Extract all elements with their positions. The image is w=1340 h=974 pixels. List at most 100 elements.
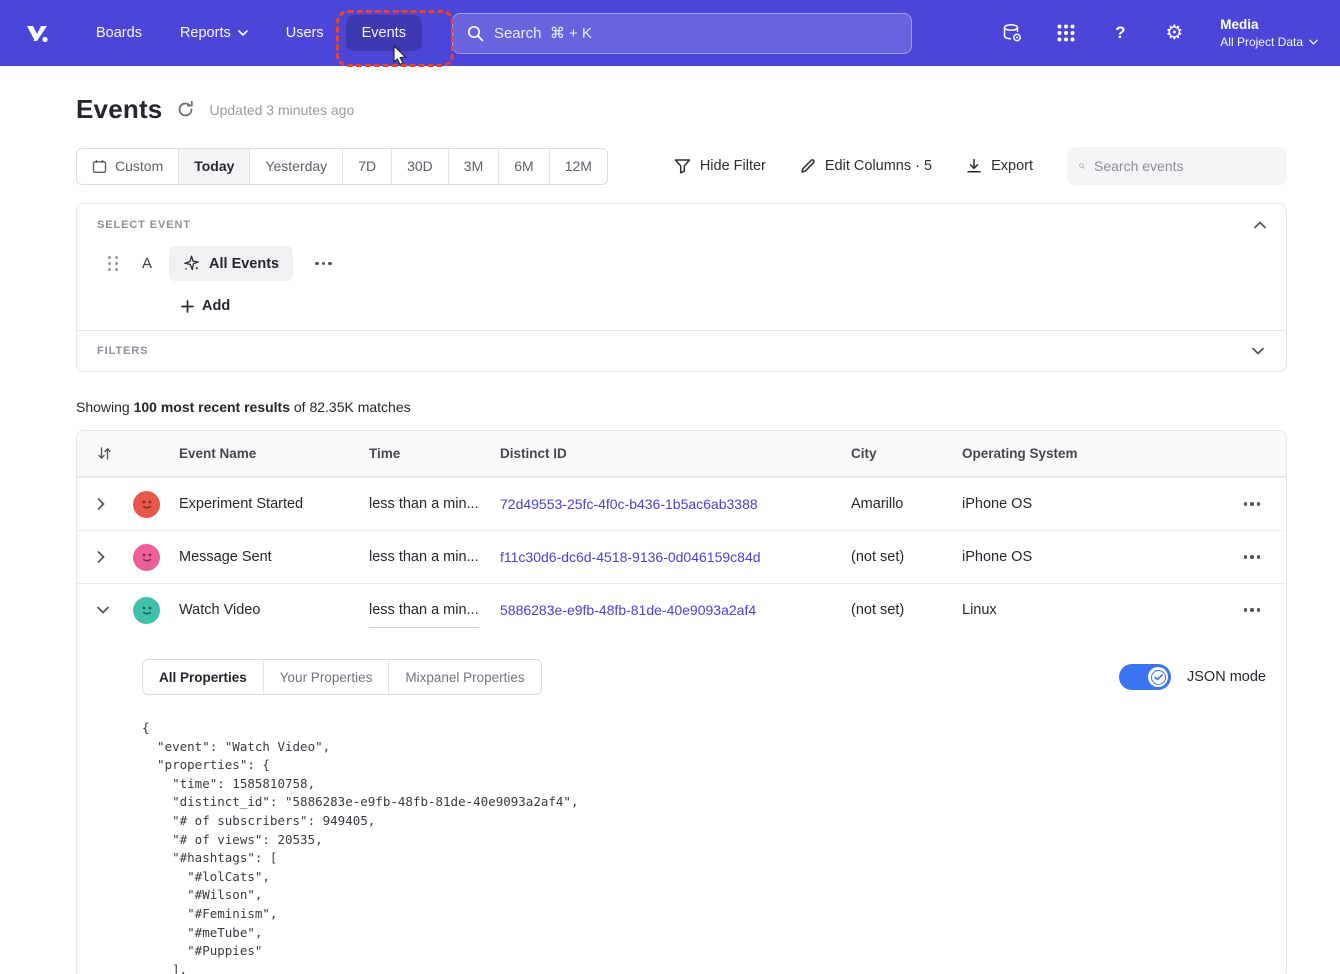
avatar — [133, 544, 160, 571]
apps-grid-icon[interactable] — [1054, 21, 1078, 45]
chevron-down-icon — [238, 30, 248, 36]
os-cell: iPhone OS — [962, 549, 1176, 565]
data-management-icon[interactable] — [1000, 21, 1024, 45]
edit-columns-label: Edit Columns · 5 — [825, 158, 932, 174]
event-more-icon[interactable] — [309, 256, 338, 272]
results-suffix: of 82.35K matches — [294, 399, 411, 415]
event-detail-panel: All Properties Your Properties Mixpanel … — [77, 636, 1286, 974]
hide-filter-button[interactable]: Hide Filter — [674, 158, 766, 174]
row-more-icon[interactable] — [1238, 549, 1267, 565]
results-summary: Showing 100 most recent results of 82.35… — [76, 399, 1287, 415]
page-title: Events — [76, 94, 162, 125]
event-name-cell: Experiment Started — [179, 496, 369, 512]
last-updated-text: Updated 3 minutes ago — [209, 102, 354, 118]
date-range-today[interactable]: Today — [178, 149, 249, 184]
chevron-down-icon — [1309, 39, 1318, 45]
col-os[interactable]: Operating System — [962, 446, 1176, 461]
hide-filter-label: Hide Filter — [700, 158, 766, 174]
nav-item-users[interactable]: Users — [270, 15, 340, 51]
results-count: 100 most recent results — [134, 399, 290, 415]
col-event-name[interactable]: Event Name — [179, 446, 369, 461]
nav-item-boards[interactable]: Boards — [80, 15, 158, 51]
event-picker-button[interactable]: All Events — [169, 246, 293, 281]
table-row[interactable]: Message Sent less than a min... f11c30d6… — [77, 530, 1286, 583]
download-icon — [966, 158, 982, 174]
nav-item-events[interactable]: Events — [346, 15, 422, 51]
plus-icon — [181, 300, 194, 313]
results-prefix: Showing — [76, 399, 130, 415]
search-events-box[interactable] — [1067, 147, 1287, 185]
tab-your-properties[interactable]: Your Properties — [263, 660, 389, 694]
check-icon — [1151, 670, 1166, 685]
json-mode-toggle[interactable] — [1119, 664, 1171, 690]
search-events-input[interactable] — [1094, 158, 1275, 174]
add-event-label: Add — [202, 298, 230, 314]
drag-handle-icon[interactable] — [108, 256, 119, 271]
project-name: Media — [1220, 16, 1318, 34]
export-button[interactable]: Export — [966, 158, 1033, 174]
mixpanel-logo[interactable] — [22, 18, 52, 48]
event-name-cell: Watch Video — [179, 602, 369, 618]
avatar — [133, 491, 160, 518]
export-label: Export — [991, 158, 1033, 174]
date-range-yesterday[interactable]: Yesterday — [249, 149, 342, 184]
filters-section-header[interactable]: FILTERS — [77, 331, 1286, 371]
primary-nav: Boards Reports Users Events — [80, 15, 422, 51]
collapse-row-chevron-icon[interactable] — [97, 606, 109, 614]
distinct-id-link[interactable]: 72d49553-25fc-4f0c-b436-1b5ac6ab3388 — [500, 496, 851, 512]
global-search[interactable] — [452, 13, 912, 54]
time-cell: less than a min... — [369, 496, 500, 512]
settings-gear-icon[interactable]: ⚙ — [1162, 21, 1186, 45]
time-cell: less than a min... — [369, 549, 500, 565]
refresh-icon[interactable] — [176, 100, 195, 119]
date-range-12m[interactable]: 12M — [549, 149, 607, 184]
col-city[interactable]: City — [851, 446, 962, 461]
table-row[interactable]: Experiment Started less than a min... 72… — [77, 477, 1286, 530]
tab-all-properties[interactable]: All Properties — [143, 660, 263, 694]
date-custom-button[interactable]: Custom — [77, 149, 178, 184]
nav-reports-label: Reports — [180, 25, 231, 41]
calendar-icon — [92, 159, 107, 174]
col-distinct-id[interactable]: Distinct ID — [500, 446, 851, 461]
global-search-input[interactable] — [494, 25, 897, 42]
add-event-button[interactable]: Add — [181, 298, 230, 314]
city-cell: Amarillo — [851, 496, 962, 512]
navbar-right: ? ⚙ Media All Project Data — [1000, 16, 1318, 50]
top-navbar: Boards Reports Users Events — [0, 0, 1340, 66]
os-cell: iPhone OS — [962, 496, 1176, 512]
events-page: Events Updated 3 minutes ago Custom Toda… — [0, 66, 1340, 974]
collapse-chevron-up-icon[interactable] — [1254, 221, 1266, 229]
properties-tabs: All Properties Your Properties Mixpanel … — [142, 659, 542, 695]
edit-columns-button[interactable]: Edit Columns · 5 — [800, 158, 932, 174]
expand-row-chevron-icon[interactable] — [97, 498, 105, 510]
expand-chevron-down-icon[interactable] — [1252, 347, 1264, 355]
date-range-6m[interactable]: 6M — [498, 149, 548, 184]
project-selector[interactable]: Media All Project Data — [1220, 16, 1318, 50]
event-name-cell: Message Sent — [179, 549, 369, 565]
events-table: Event Name Time Distinct ID City Operati… — [76, 430, 1287, 974]
date-range-30d[interactable]: 30D — [391, 149, 448, 184]
distinct-id-link[interactable]: 5886283e-e9fb-48fb-81de-40e9093a2af4 — [500, 602, 851, 618]
select-event-header: SELECT EVENT — [97, 219, 191, 231]
help-icon[interactable]: ? — [1108, 21, 1132, 45]
date-range-control: Custom Today Yesterday 7D 30D 3M 6M 12M — [76, 148, 608, 185]
avatar — [133, 597, 160, 624]
event-selection-row: A All Events — [97, 246, 1266, 281]
sort-icon[interactable] — [97, 446, 112, 461]
os-cell: Linux — [962, 602, 1176, 618]
date-range-3m[interactable]: 3M — [448, 149, 498, 184]
col-time[interactable]: Time — [369, 446, 500, 461]
table-row-expanded[interactable]: Watch Video less than a min... 5886283e-… — [77, 583, 1286, 636]
nav-item-reports[interactable]: Reports — [164, 15, 264, 51]
search-icon — [1079, 158, 1085, 174]
date-range-7d[interactable]: 7D — [342, 149, 391, 184]
row-more-icon[interactable] — [1238, 496, 1267, 512]
distinct-id-link[interactable]: f11c30d6-dc6d-4518-9136-0d046159c84d — [500, 549, 851, 565]
project-scope: All Project Data — [1220, 34, 1303, 50]
row-more-icon[interactable] — [1238, 602, 1267, 618]
tab-mixpanel-properties[interactable]: Mixpanel Properties — [388, 660, 540, 694]
city-cell: (not set) — [851, 602, 962, 618]
expand-row-chevron-icon[interactable] — [97, 551, 105, 563]
event-json-viewer: { "event": "Watch Video", "properties": … — [142, 719, 1266, 974]
event-picker-label: All Events — [209, 256, 279, 272]
